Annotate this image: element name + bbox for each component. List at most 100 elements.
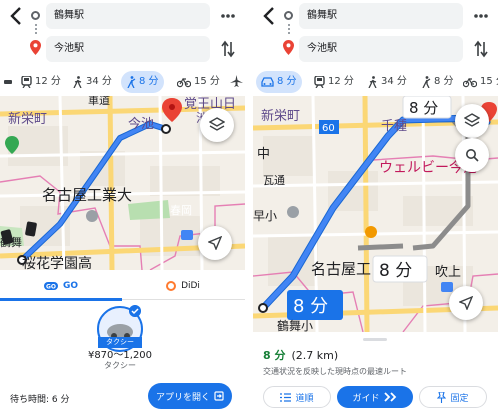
mode-bike[interactable]: 15 分 xyxy=(172,71,225,93)
summary-note: 交通状況を反映した現時点の最速ルート xyxy=(263,367,407,376)
wait-time: 待ち時間: 6 分 xyxy=(10,395,70,405)
mode-label: 15 分 xyxy=(194,76,220,87)
mode-label: 8 分 xyxy=(434,76,454,87)
route-summary: 8 分 (2.7 km) xyxy=(263,347,338,363)
start-guide-button[interactable]: ガイド xyxy=(337,386,413,408)
map-label: 桜花学園高 xyxy=(22,255,92,270)
taxi-directions-screen: 鶴舞駅 今池駅 12 分 34 分 8 分 15 分 車道 覚王山日 新栄町 今… xyxy=(0,0,245,420)
bike-icon xyxy=(463,77,477,88)
mode-ride-hail[interactable]: 8 分 xyxy=(416,71,459,93)
list-icon xyxy=(280,392,292,402)
my-location-button[interactable] xyxy=(198,226,232,260)
tab-label: GO xyxy=(62,281,79,291)
origin-input[interactable]: 鶴舞駅 xyxy=(299,3,463,29)
bike-icon xyxy=(177,77,191,88)
swap-icon[interactable] xyxy=(220,40,236,58)
search-icon xyxy=(466,149,479,162)
pin-button[interactable]: 固定 xyxy=(419,386,487,408)
svg-text:GO: GO xyxy=(46,284,56,291)
map-label: 鶴舞小 xyxy=(277,318,313,332)
mode-train[interactable]: 12 分 xyxy=(16,71,66,93)
car-icon-partial[interactable] xyxy=(4,77,14,87)
mode-car[interactable]: 8 分 xyxy=(256,71,302,93)
route-dots-icon xyxy=(35,24,37,36)
back-arrow-icon[interactable] xyxy=(259,4,281,28)
more-vertical-icon[interactable] xyxy=(219,7,237,25)
route-time-label: 8 分 xyxy=(293,296,328,317)
mode-label: 15 分 xyxy=(480,76,498,87)
open-app-button[interactable]: アプリを開く xyxy=(148,383,232,409)
route-time-label: 8 分 xyxy=(409,99,438,117)
origin-input[interactable]: 鶴舞駅 xyxy=(46,3,210,29)
navigation-arrow-icon xyxy=(208,236,222,250)
mode-bike[interactable]: 15 分 xyxy=(458,71,498,93)
map-label: 中 xyxy=(257,147,270,162)
map-label: 鶴舞 xyxy=(0,235,22,249)
screen-divider xyxy=(245,0,253,420)
destination-pin-icon xyxy=(30,40,41,55)
tab-go[interactable]: GO GO xyxy=(0,272,122,301)
tab-label: DiDi xyxy=(181,281,200,291)
layers-icon xyxy=(464,113,480,127)
map-label: 今池 xyxy=(128,116,154,132)
sheet-drag-handle[interactable] xyxy=(363,338,387,341)
mode-label: 12 分 xyxy=(35,76,61,87)
mode-train[interactable]: 12 分 xyxy=(309,71,359,93)
route-time-label: 8 分 xyxy=(379,261,412,281)
back-arrow-icon[interactable] xyxy=(6,4,28,28)
fare-type: タクシー xyxy=(104,361,136,370)
check-icon xyxy=(129,305,141,317)
button-label: 固定 xyxy=(450,393,469,404)
train-icon xyxy=(314,76,325,88)
map-label: 名古屋工 xyxy=(311,260,371,278)
destination-input[interactable]: 今池駅 xyxy=(299,36,463,62)
train-icon xyxy=(21,76,32,88)
mode-ride-hail[interactable]: 8 分 xyxy=(121,71,164,93)
map-label: 名古屋工業大 xyxy=(42,186,132,204)
layers-button[interactable] xyxy=(455,104,489,138)
ride-hail-icon xyxy=(127,76,136,88)
route-dots-icon xyxy=(288,24,290,36)
ride-hail-icon xyxy=(422,76,431,88)
open-external-icon xyxy=(214,391,224,401)
car-icon xyxy=(261,77,274,87)
mode-label: 34 分 xyxy=(381,76,407,87)
map-label: 春岡 xyxy=(170,204,192,217)
map-label: 車道 xyxy=(88,96,110,107)
taxi-provider-tabs: GO GO DiDi xyxy=(0,272,245,301)
steps-button[interactable]: 道順 xyxy=(263,386,331,408)
destination-input[interactable]: 今池駅 xyxy=(46,36,210,62)
double-chevron-right-icon xyxy=(383,392,396,402)
map-view[interactable]: 60 8 分 8 分 8 分 新栄町 千種 中 ウェルビー今池 瓦通 早小 名古… xyxy=(253,96,498,332)
destination-pin-icon xyxy=(283,40,294,55)
driving-directions-screen: 鶴舞駅 今池駅 8 分 12 分 34 分 8 分 15 分 xyxy=(253,0,498,420)
layers-icon xyxy=(209,117,225,131)
pin-icon xyxy=(437,391,447,403)
my-location-button[interactable] xyxy=(449,286,483,320)
mode-label: 12 分 xyxy=(328,76,354,87)
mode-walk[interactable]: 34 分 xyxy=(363,71,412,93)
flight-icon[interactable] xyxy=(230,75,243,88)
more-vertical-icon[interactable] xyxy=(472,7,490,25)
tab-didi[interactable]: DiDi xyxy=(122,272,244,300)
didi-logo-icon xyxy=(166,281,177,291)
map-label: 早小 xyxy=(253,209,277,223)
walk-icon xyxy=(73,76,82,88)
layers-button[interactable] xyxy=(200,108,234,142)
travel-mode-bar: 12 分 34 分 8 分 15 分 xyxy=(0,70,245,94)
origin-circle-icon xyxy=(31,11,40,20)
button-label: ガイド xyxy=(352,393,380,404)
mode-walk[interactable]: 34 分 xyxy=(68,71,117,93)
button-label: 道順 xyxy=(295,393,314,404)
button-label: アプリを開く xyxy=(155,392,210,403)
map-label: 新栄町 xyxy=(8,111,47,127)
swap-icon[interactable] xyxy=(473,40,489,58)
map-label: 吹上 xyxy=(435,265,461,280)
mode-label: 34 分 xyxy=(86,76,112,87)
map-label: 新栄町 xyxy=(261,108,300,124)
summary-distance: (2.7 km) xyxy=(291,349,339,362)
walk-icon xyxy=(368,76,377,88)
summary-time: 8 分 xyxy=(263,349,286,362)
search-along-route-button[interactable] xyxy=(455,138,489,172)
map-view[interactable]: 車道 覚王山日 新栄町 今池 池下 名古屋工業大 春岡 鶴舞 桜花学園高 xyxy=(0,96,245,270)
